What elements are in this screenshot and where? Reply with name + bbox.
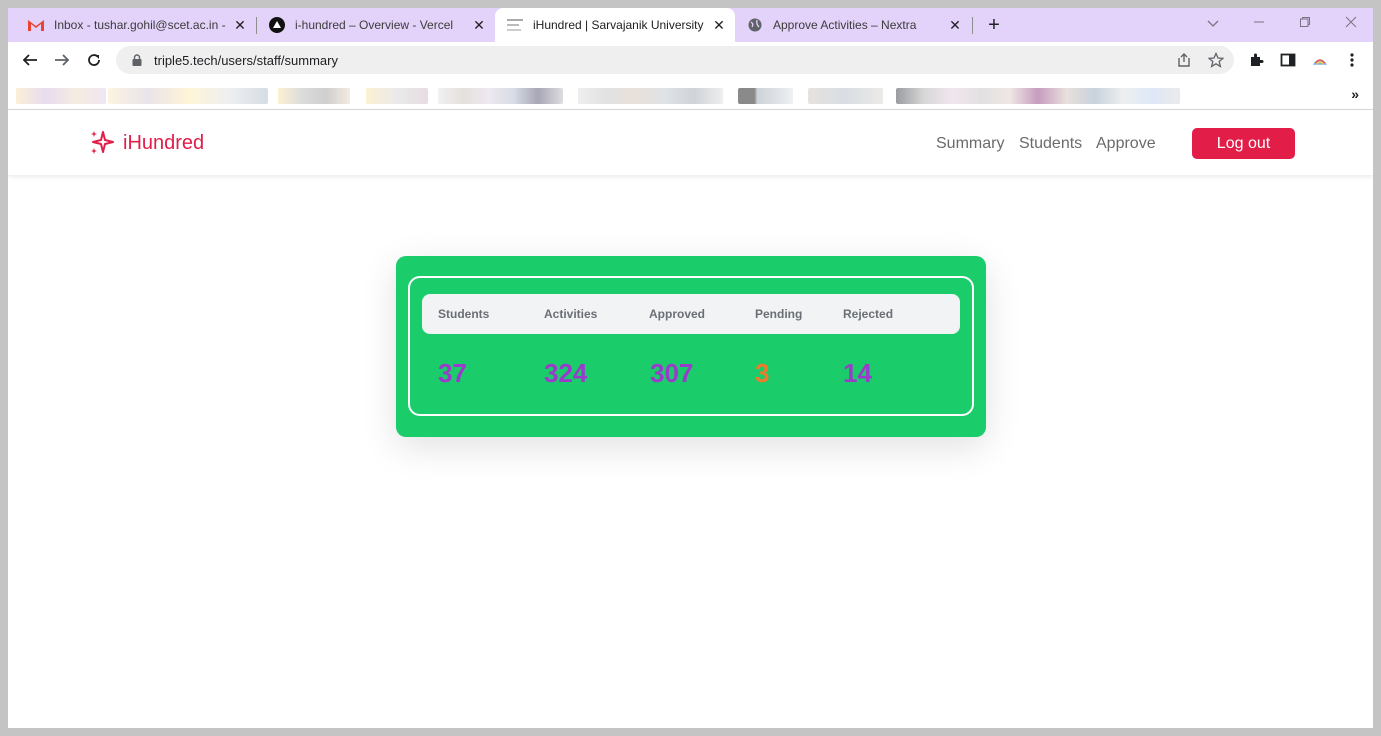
extensions-icon[interactable] — [1248, 52, 1264, 68]
nav-summary[interactable]: Summary — [936, 135, 1004, 153]
brand-name: iHundred — [123, 131, 205, 154]
browser-toolbar: triple5.tech/users/staff/summary — [8, 42, 1373, 78]
value-approved: 307 — [650, 358, 694, 388]
back-arrow-icon[interactable] — [20, 50, 40, 70]
bookmark-item[interactable] — [738, 88, 793, 104]
bookmark-item[interactable] — [438, 88, 563, 104]
share-icon[interactable] — [1176, 52, 1192, 68]
value-pending: 3 — [755, 358, 770, 388]
vercel-icon — [269, 17, 285, 33]
tab-vercel[interactable]: i-hundred – Overview - Vercel ✕ — [257, 8, 495, 42]
close-tab-icon[interactable]: ✕ — [947, 17, 963, 33]
header-pending: Pending — [755, 307, 803, 321]
bookmarks-bar: » — [8, 78, 1373, 110]
bookmark-item[interactable] — [366, 88, 428, 104]
close-window-icon[interactable] — [1343, 16, 1359, 32]
tab-search-icon[interactable] — [1205, 16, 1221, 32]
side-panel-icon[interactable] — [1280, 52, 1296, 68]
value-activities: 324 — [544, 358, 588, 388]
app-navbar: iHundred Summary Students Approve Log ou… — [8, 111, 1373, 175]
bookmark-item[interactable] — [578, 88, 723, 104]
summary-card-inner: Students Activities Approved Pending Rej… — [408, 276, 974, 416]
tab-ihundred[interactable]: iHundred | Sarvajanik University ✕ — [495, 8, 735, 42]
bookmark-item[interactable] — [16, 88, 106, 104]
more-bookmarks-icon[interactable]: » — [1351, 86, 1359, 102]
brand[interactable]: iHundred — [88, 129, 204, 157]
lock-icon — [130, 53, 144, 67]
header-rejected: Rejected — [843, 307, 894, 321]
summary-card: Students Activities Approved Pending Rej… — [396, 256, 986, 437]
address-bar[interactable]: triple5.tech/users/staff/summary — [116, 46, 1234, 74]
app-page: iHundred Summary Students Approve Log ou… — [8, 111, 1373, 728]
bookmark-item[interactable] — [808, 88, 883, 104]
sparkle-logo-icon — [91, 131, 114, 154]
bookmark-item[interactable] — [896, 88, 1180, 104]
browser-window: Inbox - tushar.gohil@scet.ac.in - ✕ i-hu… — [8, 8, 1373, 728]
tab-strip: Inbox - tushar.gohil@scet.ac.in - ✕ i-hu… — [8, 8, 1373, 42]
stats-header-row: Students Activities Approved Pending Rej… — [422, 294, 960, 334]
bookmark-star-icon[interactable] — [1208, 52, 1224, 68]
new-tab-icon[interactable]: + — [984, 15, 1004, 35]
tab-nextra[interactable]: Approve Activities – Nextra ✕ — [735, 8, 971, 42]
header-activities: Activities — [544, 307, 598, 321]
url-text: triple5.tech/users/staff/summary — [154, 52, 338, 68]
header-approved: Approved — [649, 307, 706, 321]
minimize-icon[interactable] — [1251, 16, 1267, 32]
value-students: 37 — [438, 358, 467, 388]
close-tab-icon[interactable]: ✕ — [232, 17, 248, 33]
bookmark-item[interactable] — [108, 88, 268, 104]
bookmark-item[interactable] — [278, 88, 350, 104]
nav-students[interactable]: Students — [1019, 135, 1082, 153]
page-icon — [507, 17, 523, 33]
forward-arrow-icon[interactable] — [52, 50, 72, 70]
tab-divider — [972, 17, 973, 34]
globe-icon — [747, 17, 763, 33]
header-students: Students — [438, 307, 490, 321]
reload-icon[interactable] — [84, 50, 104, 70]
close-tab-icon[interactable]: ✕ — [711, 17, 727, 33]
profile-avatar-icon[interactable] — [1312, 52, 1328, 68]
gmail-icon — [28, 17, 44, 33]
menu-dots-icon[interactable] — [1344, 52, 1360, 68]
nav-approve[interactable]: Approve — [1096, 135, 1156, 153]
close-tab-icon[interactable]: ✕ — [471, 17, 487, 33]
restore-icon[interactable] — [1297, 16, 1313, 32]
value-rejected: 14 — [843, 358, 872, 388]
logout-button[interactable]: Log out — [1192, 128, 1295, 159]
tab-gmail[interactable]: Inbox - tushar.gohil@scet.ac.in - ✕ — [16, 8, 256, 42]
